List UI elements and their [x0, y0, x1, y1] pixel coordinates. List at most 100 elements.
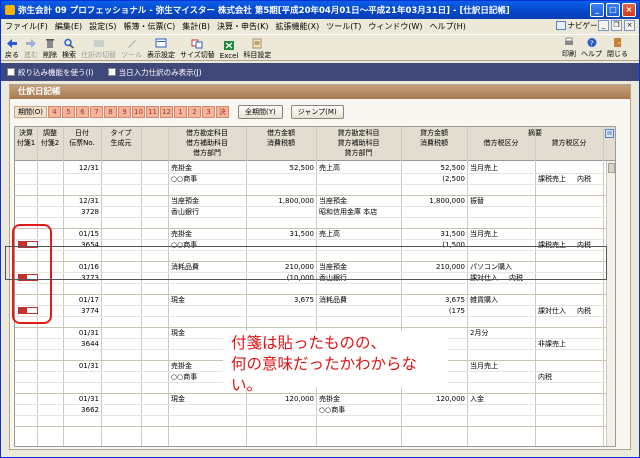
memo-cell[interactable]: 雑貨購入 — [470, 295, 600, 305]
excel-button[interactable]: Excel — [220, 40, 238, 60]
voucher-no-cell[interactable]: 3728 — [63, 207, 99, 217]
credit-amount-cell[interactable]: 52,500 — [401, 163, 466, 173]
menu-books[interactable]: 帳簿・伝票(C) — [123, 21, 175, 32]
print-button[interactable]: 印刷 — [562, 37, 576, 59]
credit-tax-cell[interactable]: (175 — [401, 306, 465, 316]
credit-tax-cell[interactable]: (2,500 — [401, 174, 465, 184]
debit-amount-cell[interactable]: 1,800,000 — [246, 196, 314, 206]
child-close-button[interactable]: × — [624, 20, 635, 31]
memo-cell[interactable]: 当月売上 — [470, 163, 600, 173]
date-cell[interactable]: 01/31 — [63, 361, 99, 371]
memo-cell[interactable]: 入金 — [470, 394, 600, 404]
filter-checkbox[interactable] — [7, 68, 15, 76]
month-tab-5[interactable]: 5 — [61, 106, 75, 118]
voucher-no-cell[interactable]: 3662 — [63, 405, 99, 415]
debit-amount-cell[interactable]: 52,500 — [246, 163, 315, 173]
debit-account-cell[interactable]: 現金 — [171, 295, 245, 305]
date-cell[interactable]: 12/31 — [63, 196, 99, 206]
menu-edit[interactable]: 編集(E) — [55, 21, 82, 32]
today-only-checkbox[interactable] — [107, 68, 116, 76]
minimize-button[interactable]: _ — [590, 3, 604, 17]
credit-taxcat-extra-cell[interactable]: 内税 — [577, 306, 603, 316]
debit-account-cell[interactable]: 当座預金 — [171, 196, 245, 206]
memo-cell[interactable]: 当月売上 — [470, 361, 600, 371]
filter-checkbox-option[interactable]: 絞り込み機能を使う(I) — [7, 67, 94, 78]
month-tab-8[interactable]: 8 — [103, 106, 117, 118]
debit-amount-cell[interactable]: 3,675 — [246, 295, 314, 305]
month-tab-11[interactable]: 11 — [145, 106, 159, 118]
credit-account-cell[interactable]: 売上高 — [319, 229, 399, 239]
period-label[interactable]: 期間(O) — [14, 106, 47, 118]
date-cell[interactable]: 01/17 — [63, 295, 99, 305]
credit-account-cell[interactable]: 当座預金 — [319, 196, 399, 206]
credit-taxcat-cell[interactable]: 内税 — [538, 372, 578, 382]
header-sticky2: 付箋2 — [40, 139, 60, 147]
menu-settings[interactable]: 設定(S) — [89, 21, 116, 32]
credit-account-cell[interactable]: 売上高 — [319, 163, 399, 173]
voucher-no-cell[interactable]: 3644 — [63, 339, 99, 349]
scrollbar-thumb[interactable] — [608, 163, 615, 173]
month-tab-12[interactable]: 12 — [159, 106, 173, 118]
debit-sub-cell[interactable]: ○○商事 — [171, 174, 245, 184]
month-tab-6[interactable]: 6 — [75, 106, 89, 118]
vertical-scrollbar[interactable] — [606, 161, 615, 446]
debit-account-cell[interactable]: 売掛金 — [171, 163, 245, 173]
memo-cell[interactable]: 振替 — [470, 196, 600, 206]
month-tab-3[interactable]: 3 — [201, 106, 215, 118]
credit-sub-cell[interactable]: ○○商事 — [319, 405, 399, 415]
month-tab-2[interactable]: 2 — [187, 106, 201, 118]
menu-help[interactable]: ヘルプ(H) — [430, 21, 466, 32]
debit-amount-cell[interactable]: 31,500 — [246, 229, 315, 239]
menu-totals[interactable]: 集計(B) — [182, 21, 210, 32]
display-settings-button[interactable]: 表示設定 — [147, 38, 175, 60]
month-tab-7[interactable]: 7 — [89, 106, 103, 118]
jump-button[interactable]: ジャンプ(M) — [290, 105, 344, 119]
credit-amount-cell[interactable]: 3,675 — [401, 295, 465, 305]
menu-window[interactable]: ウィンドウ(W) — [368, 21, 422, 32]
debit-account-cell[interactable]: 売掛金 — [171, 229, 245, 239]
credit-taxcat-cell[interactable]: 課対仕入 — [538, 306, 578, 316]
back-button[interactable]: 戻る — [5, 38, 19, 60]
date-cell[interactable]: 12/31 — [63, 163, 99, 173]
month-tab-9[interactable]: 9 — [117, 106, 131, 118]
menu-file[interactable]: ファイル(F) — [5, 21, 48, 32]
today-only-checkbox-option[interactable]: 当日入力仕訳のみ表示(J) — [107, 67, 202, 78]
column-settings-icon[interactable] — [605, 129, 614, 138]
search-button[interactable]: 検索 — [62, 38, 76, 60]
date-cell[interactable]: 01/31 — [63, 328, 99, 338]
date-cell[interactable]: 01/15 — [63, 229, 99, 239]
all-period-button[interactable]: 全期間(Y) — [237, 105, 283, 119]
credit-amount-cell[interactable]: 31,500 — [401, 229, 466, 239]
tools-button[interactable]: ツール — [121, 38, 142, 60]
size-toggle-button[interactable]: サイズ切替 — [180, 38, 215, 60]
month-tab-closing[interactable]: 決 — [215, 106, 229, 118]
menu-extensions[interactable]: 拡張機能(X) — [276, 21, 320, 32]
child-restore-button[interactable]: ❐ — [611, 20, 622, 31]
help-button[interactable]: ? ヘルプ — [581, 37, 602, 59]
close-button[interactable]: × — [622, 3, 636, 17]
month-tab-1[interactable]: 1 — [173, 106, 187, 118]
grid-column-line — [316, 127, 317, 446]
account-settings-button[interactable]: 科目設定 — [243, 38, 271, 60]
forward-button[interactable]: 進む — [24, 38, 38, 60]
debit-sub-cell[interactable]: 香山銀行 — [171, 207, 245, 217]
close-window-button[interactable]: 閉じる — [607, 37, 628, 59]
credit-account-cell[interactable]: 消耗品費 — [319, 295, 399, 305]
journal-switch-button[interactable]: 仕訳の切替 — [81, 38, 116, 60]
delete-button[interactable]: 削除 — [43, 38, 57, 60]
menu-tools[interactable]: ツール(T) — [326, 21, 361, 32]
month-tab-4[interactable]: 4 — [47, 106, 61, 118]
credit-sub-cell[interactable]: 昭和信用金庫 本店 — [319, 207, 399, 217]
child-minimize-button[interactable]: _ — [598, 20, 609, 31]
voucher-no-cell[interactable]: 3774 — [63, 306, 99, 316]
credit-taxcat-cell[interactable]: 非課売上 — [538, 339, 578, 349]
credit-taxcat-extra-cell[interactable]: 内税 — [577, 174, 603, 184]
maximize-button[interactable]: □ — [606, 3, 620, 17]
memo-cell[interactable]: 当月売上 — [470, 229, 600, 239]
menu-closing[interactable]: 決算・申告(K) — [217, 21, 269, 32]
month-tab-10[interactable]: 10 — [131, 106, 145, 118]
date-cell[interactable]: 01/31 — [63, 394, 99, 404]
credit-amount-cell[interactable]: 1,800,000 — [401, 196, 465, 206]
credit-taxcat-cell[interactable]: 課税売上 — [538, 174, 578, 184]
memo-cell[interactable]: 2月分 — [470, 328, 600, 338]
